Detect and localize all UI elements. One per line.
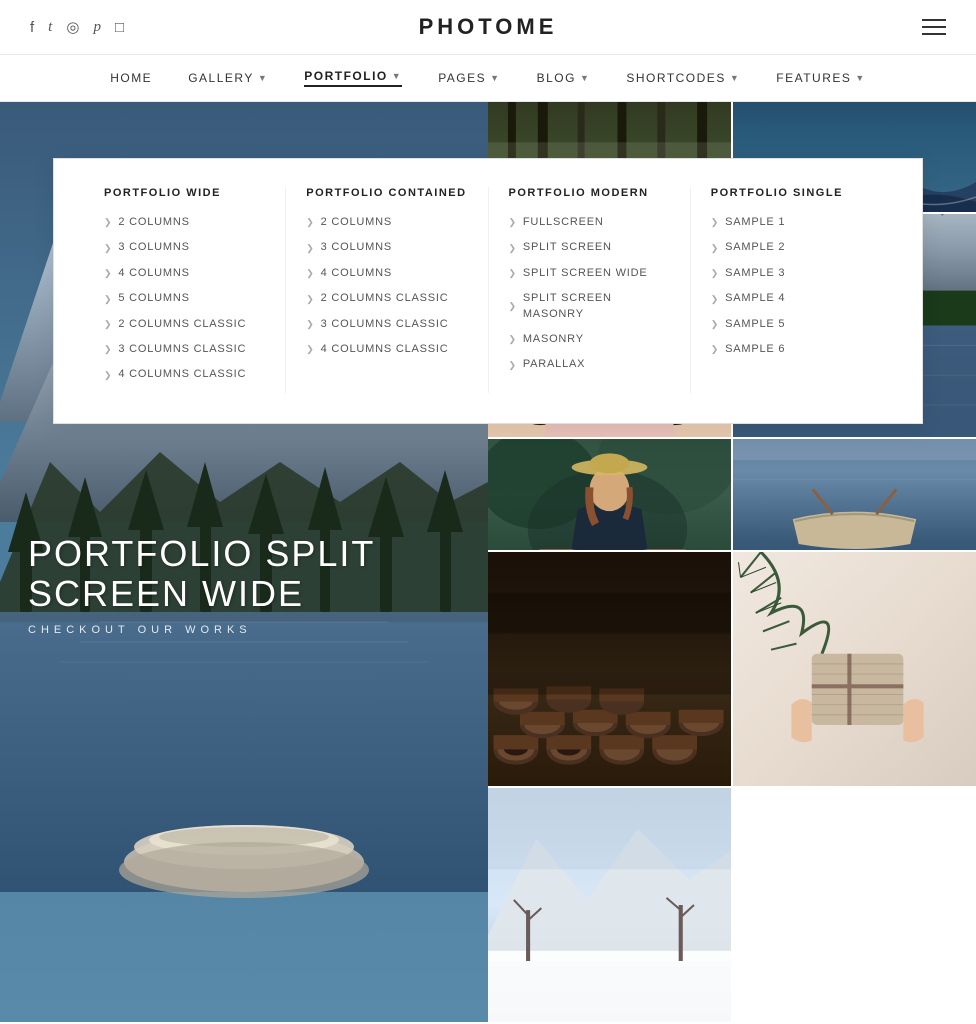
dropdown-item[interactable]: ❯3 COLUMNS — [104, 240, 265, 255]
nav-shortcodes[interactable]: SHORTCODES ▼ — [626, 71, 740, 85]
grid-cell-spa[interactable] — [733, 552, 976, 786]
dropdown-item[interactable]: ❯SPLIT SCREEN — [509, 240, 670, 255]
nav-pages[interactable]: PAGES ▼ — [438, 71, 500, 85]
arrow-icon: ❯ — [104, 369, 112, 382]
arrow-icon: ❯ — [104, 242, 112, 255]
nav-features[interactable]: FEATURES ▼ — [776, 71, 866, 85]
dropdown-item[interactable]: ❯4 COLUMNS CLASSIC — [104, 367, 265, 382]
dropdown-item[interactable]: ❯SAMPLE 1 — [711, 215, 872, 230]
nav-blog[interactable]: BLOG ▼ — [537, 71, 591, 85]
hero-text: PORTFOLIO SPLIT SCREEN WIDE CHECKOUT OUR… — [28, 534, 488, 635]
chevron-down-icon: ▼ — [392, 71, 402, 81]
dropdown-col-title-contained: PORTFOLIO CONTAINED — [306, 187, 467, 199]
chevron-down-icon: ▼ — [490, 73, 500, 83]
arrow-icon: ❯ — [306, 267, 314, 280]
nav-home[interactable]: HOME — [110, 71, 152, 85]
grid-cell-logs[interactable] — [488, 552, 731, 786]
arrow-icon: ❯ — [711, 242, 719, 255]
twitter-icon[interactable]: t — [48, 19, 52, 36]
pinterest-icon[interactable]: p — [93, 19, 101, 36]
hamburger-menu[interactable] — [922, 19, 946, 35]
dropdown-item[interactable]: ❯SAMPLE 5 — [711, 317, 872, 332]
arrow-icon: ❯ — [509, 359, 517, 372]
arrow-icon: ❯ — [104, 318, 112, 331]
dropdown-col-modern: PORTFOLIO MODERN ❯FULLSCREEN ❯SPLIT SCRE… — [489, 187, 691, 393]
chevron-down-icon: ▼ — [258, 73, 268, 83]
instagram-icon[interactable]: □ — [115, 19, 124, 36]
dropdown-item[interactable]: ❯MASONRY — [509, 332, 670, 347]
facebook-icon[interactable]: f — [30, 19, 34, 36]
dropdown-item[interactable]: ❯2 COLUMNS — [306, 215, 467, 230]
arrow-icon: ❯ — [509, 242, 517, 255]
hero-title: PORTFOLIO SPLIT SCREEN WIDE — [28, 534, 488, 613]
arrow-icon: ❯ — [711, 293, 719, 306]
dropdown-item[interactable]: ❯PARALLAX — [509, 357, 670, 372]
dropdown-item[interactable]: ❯4 COLUMNS CLASSIC — [306, 342, 467, 357]
dropdown-col-contained: PORTFOLIO CONTAINED ❯2 COLUMNS ❯3 COLUMN… — [286, 187, 488, 393]
arrow-icon: ❯ — [104, 216, 112, 229]
dropdown-item[interactable]: ❯5 COLUMNS — [104, 291, 265, 306]
arrow-icon: ❯ — [509, 300, 517, 313]
arrow-icon: ❯ — [306, 242, 314, 255]
chevron-down-icon: ▼ — [730, 73, 740, 83]
dropdown-col-title-single: PORTFOLIO SINGLE — [711, 187, 872, 199]
chevron-down-icon: ▼ — [580, 73, 590, 83]
dropdown-item[interactable]: ❯SAMPLE 6 — [711, 342, 872, 357]
dropdown-item[interactable]: ❯2 COLUMNS CLASSIC — [104, 317, 265, 332]
dropdown-item[interactable]: ❯SAMPLE 2 — [711, 240, 872, 255]
arrow-icon: ❯ — [306, 216, 314, 229]
hero-subtitle: CHECKOUT OUR WORKS — [28, 624, 488, 636]
dropdown-item[interactable]: ❯4 COLUMNS — [104, 266, 265, 281]
arrow-icon: ❯ — [711, 267, 719, 280]
dropdown-item[interactable]: ❯SAMPLE 3 — [711, 266, 872, 281]
site-logo: PHOTOME — [419, 14, 558, 40]
dropdown-col-wide: PORTFOLIO WIDE ❯2 COLUMNS ❯3 COLUMNS ❯4 … — [84, 187, 286, 393]
dropdown-item[interactable]: ❯FULLSCREEN — [509, 215, 670, 230]
dropdown-col-title-modern: PORTFOLIO MODERN — [509, 187, 670, 199]
arrow-icon: ❯ — [104, 293, 112, 306]
arrow-icon: ❯ — [711, 216, 719, 229]
grid-cell-canoe-lake[interactable] — [733, 439, 976, 549]
arrow-icon: ❯ — [509, 333, 517, 346]
grid-cell-woman-hat[interactable] — [488, 439, 731, 549]
arrow-icon: ❯ — [509, 267, 517, 280]
nav-gallery[interactable]: GALLERY ▼ — [188, 71, 268, 85]
chevron-down-icon: ▼ — [855, 73, 865, 83]
dropdown-item[interactable]: ❯SPLIT SCREEN WIDE — [509, 266, 670, 281]
arrow-icon: ❯ — [104, 267, 112, 280]
nav-bar: HOME GALLERY ▼ PORTFOLIO ▼ PAGES ▼ BLOG … — [0, 55, 976, 102]
arrow-icon: ❯ — [306, 293, 314, 306]
dropdown-item[interactable]: ❯3 COLUMNS CLASSIC — [306, 317, 467, 332]
arrow-icon: ❯ — [104, 343, 112, 356]
nav-portfolio[interactable]: PORTFOLIO ▼ — [304, 69, 402, 87]
portfolio-dropdown: PORTFOLIO WIDE ❯2 COLUMNS ❯3 COLUMNS ❯4 … — [53, 158, 923, 424]
arrow-icon: ❯ — [306, 343, 314, 356]
dropdown-col-title-wide: PORTFOLIO WIDE — [104, 187, 265, 199]
dropdown-item[interactable]: ❯SAMPLE 4 — [711, 291, 872, 306]
dropdown-item[interactable]: ❯4 COLUMNS — [306, 266, 467, 281]
arrow-icon: ❯ — [509, 216, 517, 229]
arrow-icon: ❯ — [306, 318, 314, 331]
arrow-icon: ❯ — [711, 343, 719, 356]
arrow-icon: ❯ — [711, 318, 719, 331]
grid-cell-snowy[interactable] — [488, 788, 731, 1022]
top-bar: f t ◎ p □ PHOTOME — [0, 0, 976, 55]
social-icons: f t ◎ p □ — [30, 18, 124, 36]
dropdown-item[interactable]: ❯3 COLUMNS CLASSIC — [104, 342, 265, 357]
dropdown-col-single: PORTFOLIO SINGLE ❯SAMPLE 1 ❯SAMPLE 2 ❯SA… — [691, 187, 892, 393]
dropdown-item[interactable]: ❯2 COLUMNS — [104, 215, 265, 230]
dropdown-item[interactable]: ❯SPLIT SCREEN MASONRY — [509, 291, 670, 322]
dropdown-item[interactable]: ❯2 COLUMNS CLASSIC — [306, 291, 467, 306]
flickr-icon[interactable]: ◎ — [66, 18, 79, 36]
dropdown-item[interactable]: ❯3 COLUMNS — [306, 240, 467, 255]
